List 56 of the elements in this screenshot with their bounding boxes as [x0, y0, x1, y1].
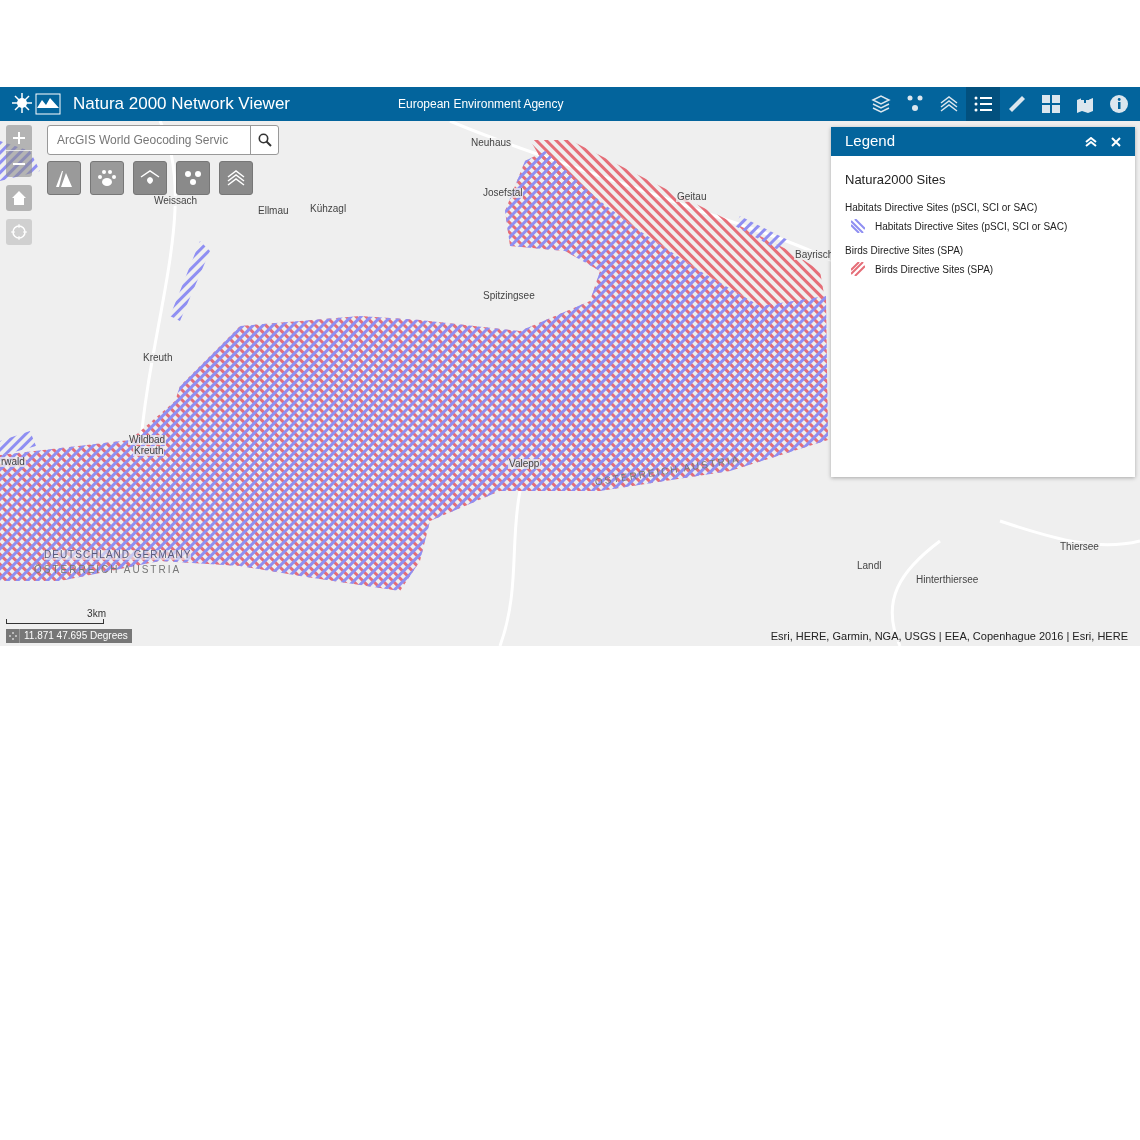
- place-label: Neuhaus: [470, 138, 513, 148]
- place-label: Wildbad: [128, 435, 167, 445]
- mountain-icon: [54, 169, 74, 187]
- legend-item-label: Birds Directive Sites (SPA): [875, 262, 994, 277]
- place-label: Josefstal: [482, 188, 524, 198]
- paw-icon: [97, 169, 117, 187]
- attribution-text: Esri, HERE, Garmin, NGA, USGS | EEA, Copenhague 2016 | Esri, HERE: [770, 631, 1128, 642]
- place-label: Kühzagl: [309, 204, 348, 214]
- place-label: Thiersee: [1059, 542, 1100, 552]
- map-tool-button[interactable]: [90, 161, 124, 195]
- organization-name: European Environment Agency: [398, 96, 564, 113]
- place-label: Kreuth: [142, 353, 174, 363]
- country-label: DEUTSCHLAND GERMANY: [44, 550, 192, 560]
- coordinates-readout: 11.871 47.695 Degrees: [23, 631, 129, 641]
- layers-icon: [871, 94, 891, 114]
- map-tool-button[interactable]: [176, 161, 210, 195]
- legend-group-heading: Habitats Directive Sites (pSCI, SCI or SAC): [845, 200, 1039, 215]
- scale-label: 3km: [87, 609, 106, 619]
- grid-icon: [1041, 94, 1061, 114]
- place-label: Weissach: [153, 196, 199, 206]
- place-label: Spitzingsee: [482, 291, 536, 301]
- search-input[interactable]: ArcGIS World Geocoding Servic: [48, 126, 250, 154]
- home-icon: [11, 190, 27, 206]
- place-label: Valepp: [508, 459, 541, 469]
- map-tool-button[interactable]: [133, 161, 167, 195]
- search-icon: [257, 133, 272, 147]
- coordinate-toggle-button[interactable]: [6, 629, 20, 643]
- app-title: Natura 2000 Network Viewer: [73, 93, 291, 116]
- place-label: Ellmau: [257, 206, 290, 216]
- list-icon: [973, 94, 993, 114]
- place-label: Landl: [856, 561, 883, 571]
- collapse-button[interactable]: [1085, 136, 1097, 147]
- ruler-icon: [1007, 94, 1027, 114]
- place-label: Kreuth: [133, 446, 165, 456]
- layer-title: Natura2000 Sites: [845, 171, 947, 189]
- legend-group-heading: Birds Directive Sites (SPA): [845, 243, 965, 258]
- place-label: Hinterthiersee: [915, 575, 980, 585]
- country-label: ÖSTERREICH AUSTRIA: [34, 565, 182, 575]
- legend-item-label: Habitats Directive Sites (pSCI, SCI or SAC): [875, 219, 1068, 234]
- place-label: rwald: [0, 457, 26, 467]
- double-chevron-up-icon: [1085, 136, 1097, 147]
- close-button[interactable]: [1111, 136, 1121, 147]
- plus-icon: [12, 130, 26, 145]
- close-icon: [1111, 136, 1121, 147]
- search-field[interactable]: ArcGIS World Geocoding Servic: [47, 125, 279, 155]
- crosshair-icon: [8, 632, 17, 640]
- eea-logo-icon: [12, 92, 62, 116]
- toolbar-tab[interactable]: [966, 87, 1000, 121]
- chevrons-icon: [939, 94, 959, 114]
- map-tool-button[interactable]: [219, 161, 253, 195]
- info-icon: [1109, 94, 1129, 114]
- place-label: Geitau: [676, 192, 708, 202]
- locate-icon: [11, 224, 27, 240]
- legend-title: Legend: [845, 131, 896, 152]
- chevrons-icon: [226, 169, 246, 187]
- map-tool-button[interactable]: [47, 161, 81, 195]
